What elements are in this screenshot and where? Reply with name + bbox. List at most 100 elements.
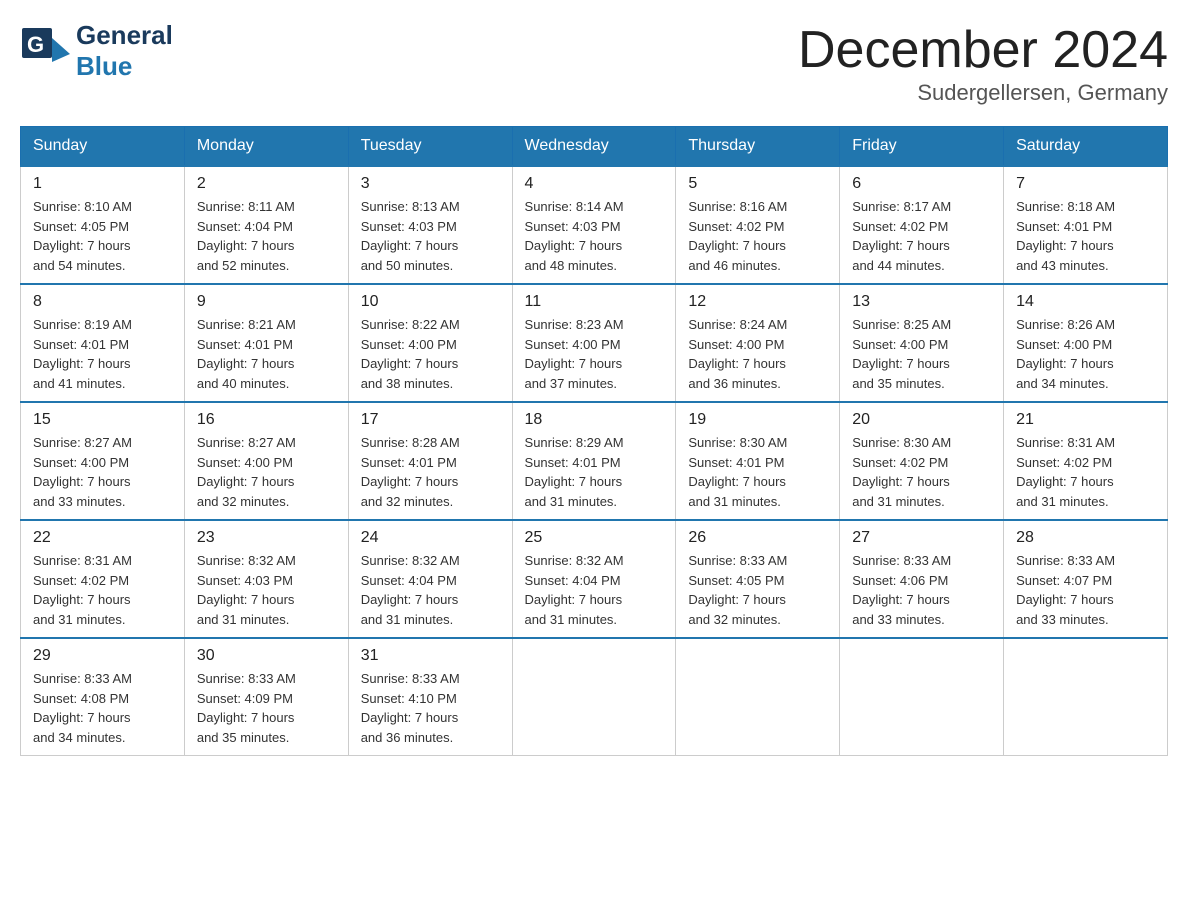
calendar-table: SundayMondayTuesdayWednesdayThursdayFrid… bbox=[20, 126, 1168, 756]
day-number: 26 bbox=[688, 529, 827, 547]
calendar-cell: 19 Sunrise: 8:30 AMSunset: 4:01 PMDaylig… bbox=[676, 402, 840, 520]
calendar-cell: 8 Sunrise: 8:19 AMSunset: 4:01 PMDayligh… bbox=[21, 284, 185, 402]
day-info: Sunrise: 8:29 AMSunset: 4:01 PMDaylight:… bbox=[525, 433, 664, 511]
day-number: 6 bbox=[852, 175, 991, 193]
calendar-cell: 26 Sunrise: 8:33 AMSunset: 4:05 PMDaylig… bbox=[676, 520, 840, 638]
calendar-cell: 4 Sunrise: 8:14 AMSunset: 4:03 PMDayligh… bbox=[512, 166, 676, 284]
title-section: December 2024 Sudergellersen, Germany bbox=[798, 20, 1168, 106]
day-number: 24 bbox=[361, 529, 500, 547]
day-info: Sunrise: 8:18 AMSunset: 4:01 PMDaylight:… bbox=[1016, 197, 1155, 275]
calendar-cell: 15 Sunrise: 8:27 AMSunset: 4:00 PMDaylig… bbox=[21, 402, 185, 520]
day-number: 11 bbox=[525, 293, 664, 311]
day-number: 12 bbox=[688, 293, 827, 311]
weekday-header-thursday: Thursday bbox=[676, 127, 840, 167]
day-number: 8 bbox=[33, 293, 172, 311]
weekday-header-saturday: Saturday bbox=[1004, 127, 1168, 167]
day-number: 25 bbox=[525, 529, 664, 547]
logo: G General Blue bbox=[20, 20, 173, 82]
calendar-cell: 12 Sunrise: 8:24 AMSunset: 4:00 PMDaylig… bbox=[676, 284, 840, 402]
calendar-week-row: 22 Sunrise: 8:31 AMSunset: 4:02 PMDaylig… bbox=[21, 520, 1168, 638]
calendar-cell: 31 Sunrise: 8:33 AMSunset: 4:10 PMDaylig… bbox=[348, 638, 512, 756]
day-number: 18 bbox=[525, 411, 664, 429]
calendar-cell: 7 Sunrise: 8:18 AMSunset: 4:01 PMDayligh… bbox=[1004, 166, 1168, 284]
day-info: Sunrise: 8:11 AMSunset: 4:04 PMDaylight:… bbox=[197, 197, 336, 275]
calendar-cell: 24 Sunrise: 8:32 AMSunset: 4:04 PMDaylig… bbox=[348, 520, 512, 638]
calendar-cell: 16 Sunrise: 8:27 AMSunset: 4:00 PMDaylig… bbox=[184, 402, 348, 520]
day-info: Sunrise: 8:23 AMSunset: 4:00 PMDaylight:… bbox=[525, 315, 664, 393]
day-info: Sunrise: 8:26 AMSunset: 4:00 PMDaylight:… bbox=[1016, 315, 1155, 393]
day-info: Sunrise: 8:31 AMSunset: 4:02 PMDaylight:… bbox=[1016, 433, 1155, 511]
day-info: Sunrise: 8:33 AMSunset: 4:09 PMDaylight:… bbox=[197, 669, 336, 747]
logo-icon: G bbox=[20, 26, 70, 76]
weekday-header-friday: Friday bbox=[840, 127, 1004, 167]
day-number: 16 bbox=[197, 411, 336, 429]
day-info: Sunrise: 8:14 AMSunset: 4:03 PMDaylight:… bbox=[525, 197, 664, 275]
day-number: 5 bbox=[688, 175, 827, 193]
day-info: Sunrise: 8:25 AMSunset: 4:00 PMDaylight:… bbox=[852, 315, 991, 393]
day-info: Sunrise: 8:33 AMSunset: 4:07 PMDaylight:… bbox=[1016, 551, 1155, 629]
logo-general-text: General bbox=[76, 20, 173, 51]
calendar-cell bbox=[840, 638, 1004, 756]
page-header: G General Blue December 2024 Sudergeller… bbox=[20, 20, 1168, 106]
calendar-week-row: 1 Sunrise: 8:10 AMSunset: 4:05 PMDayligh… bbox=[21, 166, 1168, 284]
calendar-week-row: 8 Sunrise: 8:19 AMSunset: 4:01 PMDayligh… bbox=[21, 284, 1168, 402]
day-number: 2 bbox=[197, 175, 336, 193]
calendar-week-row: 29 Sunrise: 8:33 AMSunset: 4:08 PMDaylig… bbox=[21, 638, 1168, 756]
weekday-header-sunday: Sunday bbox=[21, 127, 185, 167]
calendar-cell: 22 Sunrise: 8:31 AMSunset: 4:02 PMDaylig… bbox=[21, 520, 185, 638]
weekday-header-wednesday: Wednesday bbox=[512, 127, 676, 167]
day-number: 21 bbox=[1016, 411, 1155, 429]
day-number: 9 bbox=[197, 293, 336, 311]
day-number: 7 bbox=[1016, 175, 1155, 193]
day-number: 3 bbox=[361, 175, 500, 193]
location-subtitle: Sudergellersen, Germany bbox=[798, 80, 1168, 106]
logo-blue-text: Blue bbox=[76, 51, 173, 82]
svg-text:G: G bbox=[27, 32, 44, 57]
calendar-cell: 5 Sunrise: 8:16 AMSunset: 4:02 PMDayligh… bbox=[676, 166, 840, 284]
calendar-cell: 28 Sunrise: 8:33 AMSunset: 4:07 PMDaylig… bbox=[1004, 520, 1168, 638]
day-info: Sunrise: 8:33 AMSunset: 4:10 PMDaylight:… bbox=[361, 669, 500, 747]
day-info: Sunrise: 8:19 AMSunset: 4:01 PMDaylight:… bbox=[33, 315, 172, 393]
calendar-cell: 9 Sunrise: 8:21 AMSunset: 4:01 PMDayligh… bbox=[184, 284, 348, 402]
day-info: Sunrise: 8:13 AMSunset: 4:03 PMDaylight:… bbox=[361, 197, 500, 275]
month-title: December 2024 bbox=[798, 20, 1168, 80]
day-info: Sunrise: 8:33 AMSunset: 4:06 PMDaylight:… bbox=[852, 551, 991, 629]
calendar-cell: 21 Sunrise: 8:31 AMSunset: 4:02 PMDaylig… bbox=[1004, 402, 1168, 520]
day-info: Sunrise: 8:16 AMSunset: 4:02 PMDaylight:… bbox=[688, 197, 827, 275]
day-info: Sunrise: 8:27 AMSunset: 4:00 PMDaylight:… bbox=[33, 433, 172, 511]
day-info: Sunrise: 8:30 AMSunset: 4:02 PMDaylight:… bbox=[852, 433, 991, 511]
day-info: Sunrise: 8:32 AMSunset: 4:03 PMDaylight:… bbox=[197, 551, 336, 629]
day-number: 30 bbox=[197, 647, 336, 665]
calendar-cell: 11 Sunrise: 8:23 AMSunset: 4:00 PMDaylig… bbox=[512, 284, 676, 402]
calendar-cell: 14 Sunrise: 8:26 AMSunset: 4:00 PMDaylig… bbox=[1004, 284, 1168, 402]
calendar-cell bbox=[512, 638, 676, 756]
day-info: Sunrise: 8:27 AMSunset: 4:00 PMDaylight:… bbox=[197, 433, 336, 511]
day-info: Sunrise: 8:31 AMSunset: 4:02 PMDaylight:… bbox=[33, 551, 172, 629]
calendar-cell: 1 Sunrise: 8:10 AMSunset: 4:05 PMDayligh… bbox=[21, 166, 185, 284]
day-info: Sunrise: 8:22 AMSunset: 4:00 PMDaylight:… bbox=[361, 315, 500, 393]
day-number: 29 bbox=[33, 647, 172, 665]
day-info: Sunrise: 8:30 AMSunset: 4:01 PMDaylight:… bbox=[688, 433, 827, 511]
day-number: 1 bbox=[33, 175, 172, 193]
day-number: 22 bbox=[33, 529, 172, 547]
calendar-cell: 27 Sunrise: 8:33 AMSunset: 4:06 PMDaylig… bbox=[840, 520, 1004, 638]
calendar-cell: 2 Sunrise: 8:11 AMSunset: 4:04 PMDayligh… bbox=[184, 166, 348, 284]
day-number: 14 bbox=[1016, 293, 1155, 311]
day-info: Sunrise: 8:24 AMSunset: 4:00 PMDaylight:… bbox=[688, 315, 827, 393]
calendar-cell: 23 Sunrise: 8:32 AMSunset: 4:03 PMDaylig… bbox=[184, 520, 348, 638]
day-info: Sunrise: 8:33 AMSunset: 4:08 PMDaylight:… bbox=[33, 669, 172, 747]
day-number: 20 bbox=[852, 411, 991, 429]
calendar-cell: 13 Sunrise: 8:25 AMSunset: 4:00 PMDaylig… bbox=[840, 284, 1004, 402]
day-number: 4 bbox=[525, 175, 664, 193]
calendar-cell: 25 Sunrise: 8:32 AMSunset: 4:04 PMDaylig… bbox=[512, 520, 676, 638]
calendar-cell bbox=[1004, 638, 1168, 756]
day-info: Sunrise: 8:28 AMSunset: 4:01 PMDaylight:… bbox=[361, 433, 500, 511]
day-number: 17 bbox=[361, 411, 500, 429]
calendar-cell: 18 Sunrise: 8:29 AMSunset: 4:01 PMDaylig… bbox=[512, 402, 676, 520]
day-number: 31 bbox=[361, 647, 500, 665]
calendar-header-row: SundayMondayTuesdayWednesdayThursdayFrid… bbox=[21, 127, 1168, 167]
weekday-header-tuesday: Tuesday bbox=[348, 127, 512, 167]
day-number: 10 bbox=[361, 293, 500, 311]
calendar-cell: 29 Sunrise: 8:33 AMSunset: 4:08 PMDaylig… bbox=[21, 638, 185, 756]
calendar-cell: 10 Sunrise: 8:22 AMSunset: 4:00 PMDaylig… bbox=[348, 284, 512, 402]
